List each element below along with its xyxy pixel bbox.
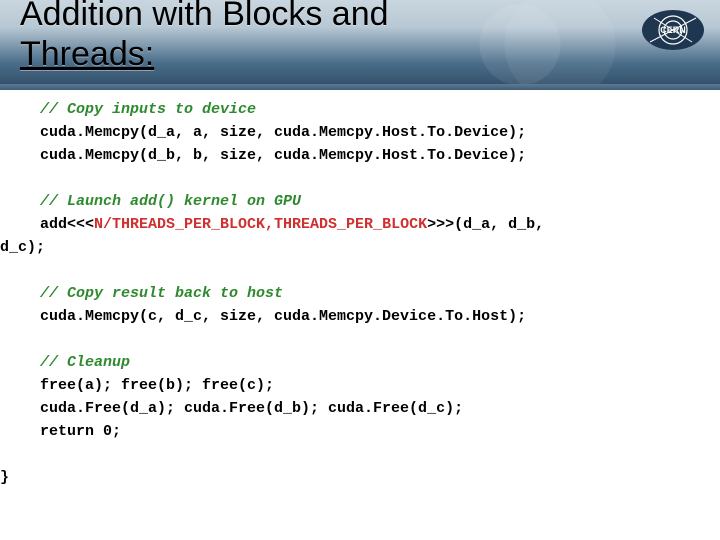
code-line: cuda.Memcpy(c, d_c, size, cuda.Memcpy.De…: [0, 305, 720, 328]
code-line: return 0;: [0, 420, 720, 443]
code-line: d_c);: [0, 236, 720, 259]
blank-line: [0, 167, 720, 190]
code-line: cuda.Free(d_a); cuda.Free(d_b); cuda.Fre…: [0, 397, 720, 420]
code-frag: add<<<: [40, 216, 94, 233]
code-highlight: N/THREADS_PER_BLOCK,THREADS_PER_BLOCK: [94, 216, 427, 233]
slide-header: Addition with Blocks and Threads: CERN: [0, 0, 720, 90]
blank-line: [0, 443, 720, 466]
logo-text: CERN: [660, 25, 686, 35]
code-block: // Copy inputs to device cuda.Memcpy(d_a…: [0, 98, 720, 489]
title-line-1: Addition with Blocks and: [20, 0, 389, 33]
blank-line: [0, 259, 720, 282]
code-frag: >>>(d_a, d_b,: [427, 216, 544, 233]
code-comment: // Copy result back to host: [40, 285, 283, 302]
code-line: cuda.Memcpy(d_a, a, size, cuda.Memcpy.Ho…: [0, 121, 720, 144]
title-line-2: Threads:: [20, 35, 154, 73]
slide-title: Addition with Blocks and Threads:: [20, 0, 500, 74]
code-line: add<<<N/THREADS_PER_BLOCK,THREADS_PER_BL…: [0, 213, 720, 236]
cern-logo-icon: CERN: [640, 8, 706, 52]
code-line: free(a); free(b); free(c);: [0, 374, 720, 397]
code-comment: // Launch add() kernel on GPU: [40, 193, 301, 210]
code-line: cuda.Memcpy(d_b, b, size, cuda.Memcpy.Ho…: [0, 144, 720, 167]
code-comment: // Copy inputs to device: [40, 101, 256, 118]
code-comment: // Cleanup: [40, 354, 130, 371]
code-line: }: [0, 466, 720, 489]
blank-line: [0, 328, 720, 351]
